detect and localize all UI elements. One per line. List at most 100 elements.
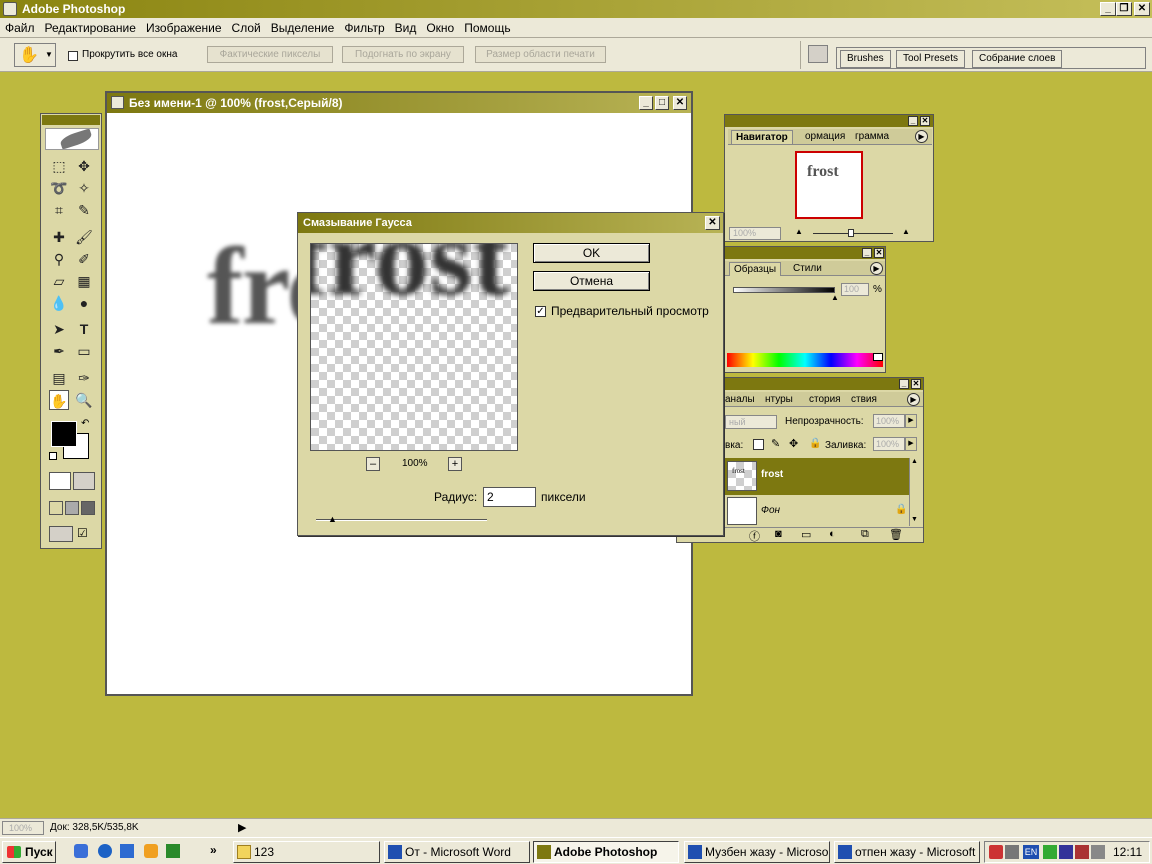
lock-position-icon[interactable]: ✥ <box>789 437 798 450</box>
eyedropper-tool-icon[interactable]: ✑ <box>74 368 94 388</box>
color-spectrum-bar[interactable] <box>727 353 883 367</box>
navigator-menu-icon[interactable]: ▶ <box>915 130 928 143</box>
slider-thumb-icon[interactable]: ▲ <box>831 293 839 302</box>
path-selection-tool-icon[interactable]: ➤ <box>49 319 69 339</box>
navigator-close-button[interactable]: ✕ <box>920 116 930 126</box>
color-ramp-slider[interactable] <box>733 287 835 293</box>
actual-pixels-button[interactable]: Фактические пикселы <box>207 46 333 63</box>
fill-arrow-icon[interactable]: ▶ <box>905 437 917 451</box>
lasso-tool-icon[interactable]: ➰ <box>49 178 69 198</box>
new-layer-icon[interactable]: ⧉ <box>861 528 869 541</box>
gradient-tool-icon[interactable]: ▦ <box>74 271 94 291</box>
layers-menu-icon[interactable]: ▶ <box>907 393 920 406</box>
zoom-out-icon[interactable]: ▲ <box>791 227 807 239</box>
layer-row-background[interactable]: Фон 🔒 <box>725 495 909 526</box>
tray-icon-1[interactable] <box>989 845 1003 859</box>
doc-minimize-button[interactable]: _ <box>639 96 653 110</box>
clone-stamp-tool-icon[interactable]: ⚲ <box>49 249 69 269</box>
tab-swatches[interactable]: Образцы <box>729 262 782 276</box>
navigator-minimize-button[interactable]: _ <box>908 116 918 126</box>
swatches-menu-icon[interactable]: ▶ <box>870 262 883 275</box>
menu-filter[interactable]: Фильтр <box>339 18 389 38</box>
blend-mode-select[interactable]: ный <box>725 415 777 429</box>
fill-field[interactable]: 100% <box>873 437 905 451</box>
zoom-in-icon[interactable]: ▲ <box>897 227 915 239</box>
swatches-close-button[interactable]: ✕ <box>874 248 884 258</box>
opacity-field[interactable]: 100% <box>873 414 905 428</box>
volume-icon[interactable] <box>1091 845 1105 859</box>
quick-mask-mode-icon[interactable] <box>73 472 95 490</box>
edit-in-imageready-icon[interactable]: ☑ <box>77 526 95 542</box>
adjustment-layer-icon[interactable]: ◐ <box>829 528 836 540</box>
tray-icon-5[interactable] <box>1075 845 1089 859</box>
quick-launch-excel-icon[interactable] <box>166 844 180 858</box>
navigator-thumbnail[interactable]: frost <box>795 151 863 219</box>
navigator-slider-thumb[interactable] <box>848 229 854 237</box>
crop-tool-icon[interactable]: ⌗ <box>49 200 69 220</box>
dodge-tool-icon[interactable]: ● <box>74 293 94 313</box>
navigator-zoom-field[interactable]: 100% <box>729 227 781 240</box>
menu-file[interactable]: Файл <box>0 18 40 38</box>
quick-launch-explorer-icon[interactable] <box>74 844 88 858</box>
file-browser-icon[interactable] <box>808 45 828 63</box>
tab-histogram[interactable]: грамма <box>851 130 893 143</box>
radius-input[interactable]: 2 <box>483 487 536 507</box>
quick-launch-desktop-icon[interactable] <box>120 844 134 858</box>
task-word-ot[interactable]: От - Microsoft Word <box>384 841 530 863</box>
start-button[interactable]: Пуск <box>2 841 56 863</box>
tray-icon-4[interactable] <box>1059 845 1073 859</box>
well-tab-brushes[interactable]: Brushes <box>840 50 891 68</box>
task-folder-123[interactable]: 123 <box>233 841 380 863</box>
blur-tool-icon[interactable]: 💧 <box>49 293 69 313</box>
task-word-muzben[interactable]: Музбен жазу - Microso... <box>684 841 830 863</box>
status-zoom-field[interactable]: 100% <box>2 821 44 835</box>
type-tool-icon[interactable]: T <box>74 319 94 339</box>
dialog-preview[interactable]: frost <box>310 243 518 451</box>
layer-row-frost[interactable]: frost frost <box>725 458 909 495</box>
status-menu-arrow-icon[interactable]: ▶ <box>238 821 246 834</box>
lock-transparency-icon[interactable] <box>753 439 764 450</box>
tray-icon-3[interactable] <box>1043 845 1057 859</box>
screen-mode-full-icon[interactable] <box>81 501 95 515</box>
quick-launch-more-icon[interactable]: » <box>210 843 217 857</box>
tab-info[interactable]: ормация <box>801 130 849 143</box>
lock-pixels-icon[interactable]: ✎ <box>771 437 780 450</box>
zoom-out-button[interactable]: – <box>366 457 380 471</box>
tab-channels[interactable]: аналы <box>721 393 759 406</box>
ok-button[interactable]: OK <box>533 243 650 263</box>
menu-help[interactable]: Помощь <box>459 18 515 38</box>
menu-window[interactable]: Окно <box>421 18 459 38</box>
hand-tool-icon[interactable]: ✋ <box>49 390 69 410</box>
layer-style-icon[interactable]: ⓕ <box>749 528 760 544</box>
cancel-button[interactable]: Отмена <box>533 271 650 291</box>
eraser-tool-icon[interactable]: ▱ <box>49 271 69 291</box>
close-button[interactable]: ✕ <box>1134 2 1150 16</box>
quick-launch-ie-icon[interactable] <box>98 844 112 858</box>
notes-tool-icon[interactable]: ▤ <box>49 368 69 388</box>
swap-colors-icon[interactable]: ↶ <box>81 418 89 429</box>
doc-maximize-button[interactable]: □ <box>655 96 669 110</box>
tab-history[interactable]: стория <box>805 393 845 406</box>
tool-preset-picker[interactable]: ✋ ▼ <box>14 43 56 67</box>
layers-scrollbar[interactable]: ▲ ▼ <box>909 458 921 526</box>
feather-logo-icon[interactable] <box>45 128 99 150</box>
dialog-close-button[interactable]: ✕ <box>705 216 720 230</box>
move-tool-icon[interactable]: ✥ <box>74 156 94 176</box>
foreground-color-swatch[interactable] <box>51 421 77 447</box>
menu-edit[interactable]: Редактирование <box>40 18 141 38</box>
radius-slider[interactable] <box>316 519 487 521</box>
well-tab-tool-presets[interactable]: Tool Presets <box>896 50 966 68</box>
marquee-tool-icon[interactable]: ⬚ <box>49 156 69 176</box>
history-brush-tool-icon[interactable]: ✐ <box>74 249 94 269</box>
doc-close-button[interactable]: ✕ <box>673 96 687 110</box>
shape-tool-icon[interactable]: ▭ <box>74 341 94 361</box>
menu-layer[interactable]: Слой <box>227 18 266 38</box>
screen-mode-menu-icon[interactable] <box>65 501 79 515</box>
print-size-button[interactable]: Размер области печати <box>475 46 606 63</box>
minimize-button[interactable]: _ <box>1100 2 1116 16</box>
tray-icon-2[interactable] <box>1005 845 1019 859</box>
white-swatch[interactable] <box>873 353 883 361</box>
brush-tool-icon[interactable]: 🖌 <box>74 227 94 247</box>
lock-all-icon[interactable]: 🔒 <box>809 438 821 449</box>
tab-styles[interactable]: Стили <box>789 262 826 275</box>
